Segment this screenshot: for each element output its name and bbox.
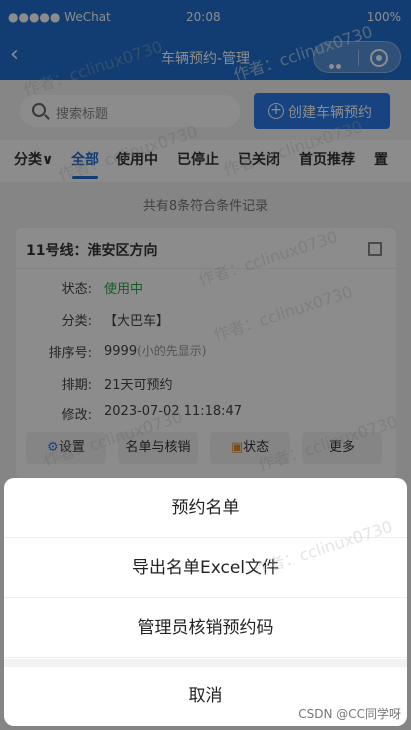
option-reservation-list[interactable]: 预约名单 <box>4 478 407 538</box>
action-sheet: 预约名单 导出名单Excel文件 管理员核销预约码 取消 <box>4 478 407 726</box>
source-credit: CSDN @CC同学呀 <box>298 707 401 721</box>
option-export-excel[interactable]: 导出名单Excel文件 <box>4 538 407 598</box>
sheet-separator <box>4 659 407 667</box>
option-admin-verify[interactable]: 管理员核销预约码 <box>4 598 407 658</box>
